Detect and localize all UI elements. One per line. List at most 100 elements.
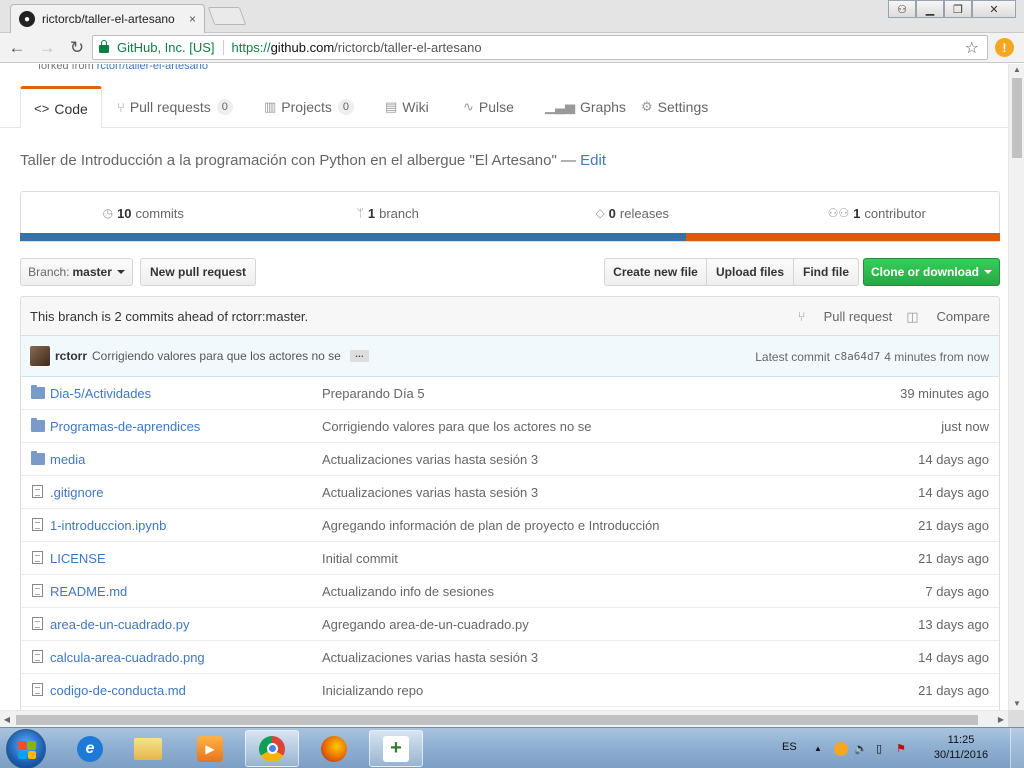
new-tab-button[interactable]: [207, 7, 247, 25]
upload-files-button[interactable]: Upload files: [706, 258, 794, 286]
tab-code[interactable]: <> Code: [20, 86, 102, 129]
language-bar[interactable]: [20, 233, 1000, 241]
compare-link[interactable]: ◫ Compare: [906, 309, 990, 325]
internet-explorer-icon[interactable]: e: [63, 730, 117, 767]
file-name[interactable]: Actividades: [85, 386, 151, 401]
minimize-button[interactable]: ▁: [916, 0, 944, 18]
clock[interactable]: 11:25 30/11/2016: [926, 733, 996, 763]
branch-name: master: [72, 265, 112, 279]
scrollbar-thumb[interactable]: [1012, 78, 1022, 158]
file-commit-message[interactable]: Actualizaciones varias hasta sesión 3: [322, 650, 538, 665]
file-name[interactable]: calcula-area-cuadrado.png: [50, 650, 205, 665]
vertical-scrollbar[interactable]: ▲ ▼: [1008, 64, 1024, 710]
file-name-link[interactable]: area-de-un-cuadrado.py: [50, 617, 189, 632]
file-name-link[interactable]: Dia-5/Actividades: [50, 386, 151, 401]
restore-button[interactable]: ❐: [944, 0, 972, 18]
file-name[interactable]: .gitignore: [50, 485, 103, 500]
expand-commit-message-button[interactable]: …: [349, 350, 369, 362]
releases-link[interactable]: ◇ 0 releases: [510, 192, 755, 234]
commits-link[interactable]: ◷ 10 commits: [21, 192, 266, 234]
file-commit-message[interactable]: Agregando area-de-un-cuadrado.py: [322, 617, 529, 632]
browser-tab[interactable]: ● rictorcb/taller-el-artesano ×: [10, 4, 205, 33]
scrollbar-thumb[interactable]: [16, 715, 978, 725]
file-name-link[interactable]: LICENSE: [50, 551, 106, 566]
file-commit-message[interactable]: Agregando información de plan de proyect…: [322, 518, 660, 533]
file-name-link[interactable]: README.md: [50, 584, 127, 599]
start-button[interactable]: [6, 729, 46, 768]
file-table: This branch is 2 commits ahead of rctorr…: [20, 296, 1000, 710]
windows-logo-icon: [18, 741, 36, 759]
horizontal-scrollbar[interactable]: ◀ ▶: [0, 710, 1008, 727]
file-commit-message[interactable]: Corrigiendo valores para que los actores…: [322, 419, 592, 434]
contributors-link[interactable]: ⚇⚇ 1 contributor: [755, 192, 1000, 234]
new-pull-request-button[interactable]: New pull request: [140, 258, 256, 286]
show-hidden-icons-icon[interactable]: ▲: [814, 744, 828, 758]
file-name[interactable]: media: [50, 452, 85, 467]
scroll-up-icon[interactable]: ▲: [1009, 64, 1024, 76]
tab-pull-requests[interactable]: ⑂ Pull requests 0: [117, 86, 233, 128]
file-commit-message[interactable]: Initial commit: [322, 551, 398, 566]
chrome-icon[interactable]: [245, 730, 299, 767]
commit-message[interactable]: Corrigiendo valores para que los actores…: [92, 349, 341, 363]
file-commit-message[interactable]: Preparando Día 5: [322, 386, 425, 401]
file-name[interactable]: 1-introduccion.ipynb: [50, 518, 166, 533]
table-row: .gitignore Actualizaciones varias hasta s…: [21, 476, 999, 509]
file-name-link[interactable]: .gitignore: [50, 485, 103, 500]
file-dir-part[interactable]: Dia-5/: [50, 386, 85, 401]
ev-certificate-label[interactable]: GitHub, Inc. [US]: [117, 40, 215, 55]
file-name[interactable]: README.md: [50, 584, 127, 599]
tab-settings[interactable]: ⚙ Settings: [641, 86, 708, 128]
media-player-icon[interactable]: ▶: [183, 730, 237, 767]
file-explorer-icon[interactable]: [121, 730, 175, 767]
show-desktop-button[interactable]: [1010, 728, 1024, 768]
commit-author[interactable]: rctorr: [55, 349, 87, 363]
scroll-left-icon[interactable]: ◀: [0, 711, 14, 728]
speaker-icon[interactable]: 🔈: [854, 742, 868, 756]
find-file-button[interactable]: Find file: [793, 258, 859, 286]
tab-close-icon[interactable]: ×: [189, 12, 196, 26]
tab-graphs[interactable]: ▁▃▅ Graphs: [545, 86, 626, 128]
file-name[interactable]: codigo-de-conducta.md: [50, 683, 186, 698]
file-commit-message[interactable]: Actualizaciones varias hasta sesión 3: [322, 452, 538, 467]
network-icon[interactable]: ▯: [876, 742, 890, 756]
tray-app-icon[interactable]: [834, 742, 848, 756]
reload-button[interactable]: ↻: [64, 35, 90, 61]
branch-select-button[interactable]: Branch: master: [20, 258, 133, 286]
file-name-link[interactable]: media: [50, 452, 85, 467]
file-commit-message[interactable]: Actualizando info de sesiones: [322, 584, 494, 599]
address-bar[interactable]: GitHub, Inc. [US] https://github.com/ric…: [92, 35, 988, 60]
pull-request-link[interactable]: ⑂ Pull request: [798, 309, 892, 324]
tab-projects[interactable]: ▥ Projects 0: [264, 86, 354, 128]
branches-link[interactable]: ᛘ 1 branch: [266, 192, 511, 234]
file-name-link[interactable]: calcula-area-cuadrado.png: [50, 650, 205, 665]
extension-icon[interactable]: !: [995, 38, 1014, 57]
create-new-file-button[interactable]: Create new file: [604, 258, 707, 286]
git-icon[interactable]: +: [369, 730, 423, 767]
scroll-down-icon[interactable]: ▼: [1009, 698, 1024, 710]
input-language[interactable]: ES: [782, 741, 797, 753]
back-button[interactable]: ←: [4, 35, 30, 61]
action-center-icon[interactable]: ⚑: [896, 742, 910, 756]
file-name[interactable]: area-de-un-cuadrado.py: [50, 617, 189, 632]
file-name-link[interactable]: 1-introduccion.ipynb: [50, 518, 166, 533]
file-name[interactable]: Programas-de-aprendices: [50, 419, 200, 434]
firefox-icon[interactable]: [307, 730, 361, 767]
scroll-right-icon[interactable]: ▶: [994, 711, 1008, 728]
clone-or-download-button[interactable]: Clone or download: [863, 258, 1000, 286]
file-commit-message[interactable]: Inicializando repo: [322, 683, 423, 698]
avatar[interactable]: [30, 346, 50, 366]
close-window-button[interactable]: ✕: [972, 0, 1016, 18]
tab-pulse[interactable]: ∿ Pulse: [463, 86, 514, 128]
bookmark-star-icon[interactable]: ☆: [965, 38, 979, 58]
tab-wiki[interactable]: ▤ Wiki: [385, 86, 429, 128]
forked-from-link[interactable]: rctorr/taller-el-artesano: [97, 64, 208, 72]
tab-projects-label: Projects: [281, 99, 332, 115]
file-name-link[interactable]: Programas-de-aprendices: [50, 419, 200, 434]
forward-button[interactable]: →: [34, 35, 60, 61]
file-name[interactable]: LICENSE: [50, 551, 106, 566]
person-icon[interactable]: ⚇: [888, 0, 916, 18]
file-name-link[interactable]: codigo-de-conducta.md: [50, 683, 186, 698]
edit-description-link[interactable]: Edit: [580, 152, 606, 169]
file-commit-message[interactable]: Actualizaciones varias hasta sesión 3: [322, 485, 538, 500]
commit-sha[interactable]: c8a64d7: [834, 350, 880, 363]
